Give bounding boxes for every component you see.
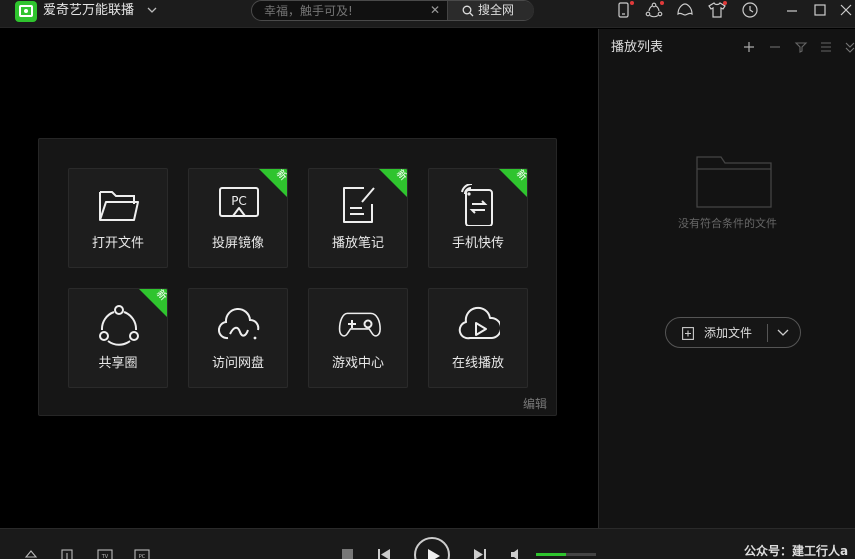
playlist-panel: 播放列表 没有符合条件的文件 添加文件 bbox=[598, 29, 855, 528]
tool-label: 共享圈 bbox=[98, 356, 138, 371]
new-badge: 新 bbox=[376, 169, 407, 200]
tool-online-play[interactable]: 在线播放 bbox=[428, 288, 528, 388]
phone-icon[interactable] bbox=[614, 1, 634, 19]
search-input[interactable] bbox=[264, 3, 424, 18]
clear-icon[interactable]: ✕ bbox=[429, 4, 441, 17]
tool-label: 播放笔记 bbox=[331, 236, 384, 251]
add-file-button[interactable]: 添加文件 bbox=[665, 317, 801, 348]
cloud-disk-icon bbox=[218, 308, 260, 340]
tool-open-file[interactable]: 打开文件 bbox=[68, 168, 168, 268]
minimize-icon[interactable] bbox=[782, 1, 802, 19]
tool-label: 在线播放 bbox=[451, 356, 504, 371]
tool-label: 访问网盘 bbox=[211, 356, 264, 371]
search-all-label: 搜全网 bbox=[478, 3, 515, 17]
app-logo-icon bbox=[15, 1, 37, 22]
eject-icon[interactable] bbox=[24, 549, 38, 559]
notification-dot bbox=[660, 1, 664, 5]
previous-icon[interactable] bbox=[377, 548, 391, 559]
maximize-icon[interactable] bbox=[810, 1, 830, 19]
phone-transfer-icon bbox=[461, 184, 493, 226]
player-control-bar: TV PC 公众号：建工行人a bbox=[0, 528, 855, 559]
search-box: ✕ 搜全网 bbox=[251, 0, 534, 21]
playlist-title: 播放列表 bbox=[611, 40, 664, 55]
play-icon bbox=[428, 549, 440, 559]
new-badge: 新 bbox=[136, 289, 167, 320]
tool-cloud-disk[interactable]: 访问网盘 bbox=[188, 288, 288, 388]
tv-icon[interactable]: TV bbox=[97, 549, 113, 559]
note-icon bbox=[343, 187, 375, 223]
divider bbox=[767, 324, 768, 342]
tool-play-notes[interactable]: 播放笔记 新 bbox=[308, 168, 408, 268]
next-icon[interactable] bbox=[473, 548, 487, 559]
tool-label: 手机快传 bbox=[451, 236, 504, 251]
remove-icon[interactable] bbox=[767, 39, 783, 55]
share-icon[interactable] bbox=[644, 1, 664, 19]
new-badge: 新 bbox=[256, 169, 287, 200]
add-file-icon bbox=[682, 327, 694, 340]
watermark-text: 公众号：建工行人a bbox=[744, 544, 849, 558]
notification-dot bbox=[630, 1, 634, 5]
search-all-button[interactable]: 搜全网 bbox=[447, 1, 534, 20]
info-icon[interactable] bbox=[60, 549, 74, 559]
history-icon[interactable] bbox=[740, 1, 760, 19]
volume-icon[interactable] bbox=[510, 548, 524, 559]
svg-text:PC: PC bbox=[231, 194, 247, 208]
tool-label: 打开文件 bbox=[91, 236, 144, 251]
tool-phone-transfer[interactable]: 手机快传 新 bbox=[428, 168, 528, 268]
empty-playlist-text: 没有符合条件的文件 bbox=[678, 217, 777, 230]
close-icon[interactable] bbox=[836, 1, 855, 19]
pc-cast-icon: PC bbox=[219, 187, 259, 217]
filter-icon[interactable] bbox=[793, 39, 809, 55]
video-area[interactable]: 打开文件 PC 投屏镜像 新 播放笔记 新 手机快传 新 共享圈 新 访问网盘 … bbox=[0, 29, 598, 528]
edit-link[interactable]: 编辑 bbox=[523, 396, 547, 412]
pc-icon[interactable]: PC bbox=[134, 549, 150, 559]
gamepad-icon bbox=[338, 312, 381, 337]
list-icon[interactable] bbox=[818, 39, 834, 55]
skin-icon[interactable] bbox=[675, 1, 695, 19]
svg-text:TV: TV bbox=[101, 554, 109, 559]
shirt-icon[interactable] bbox=[707, 1, 727, 19]
play-button[interactable] bbox=[414, 537, 450, 559]
app-title: 爱奇艺万能联播 bbox=[43, 3, 135, 18]
svg-text:PC: PC bbox=[139, 554, 146, 559]
chevron-down-icon[interactable] bbox=[776, 326, 790, 340]
stop-icon[interactable] bbox=[341, 548, 354, 559]
collapse-icon[interactable] bbox=[842, 39, 855, 55]
tool-screen-cast[interactable]: PC 投屏镜像 新 bbox=[188, 168, 288, 268]
title-bar: 爱奇艺万能联播 ✕ 搜全网 bbox=[0, 0, 855, 28]
chevron-down-icon[interactable] bbox=[146, 2, 158, 18]
folder-icon bbox=[99, 191, 139, 221]
tool-label: 投屏镜像 bbox=[211, 236, 264, 251]
add-file-label: 添加文件 bbox=[704, 326, 753, 340]
tool-game-center[interactable]: 游戏中心 bbox=[308, 288, 408, 388]
cloud-play-icon bbox=[458, 306, 500, 340]
new-badge: 新 bbox=[496, 169, 527, 200]
add-icon[interactable] bbox=[741, 39, 757, 55]
share-circle-icon bbox=[99, 305, 139, 346]
volume-level bbox=[536, 553, 566, 556]
volume-slider[interactable] bbox=[536, 553, 596, 556]
empty-folder-icon bbox=[696, 156, 772, 208]
tool-label: 游戏中心 bbox=[331, 356, 384, 371]
tools-panel: 打开文件 PC 投屏镜像 新 播放笔记 新 手机快传 新 共享圈 新 访问网盘 … bbox=[38, 138, 557, 416]
tool-share-circle[interactable]: 共享圈 新 bbox=[68, 288, 168, 388]
notification-dot bbox=[723, 1, 727, 5]
search-icon bbox=[462, 5, 474, 17]
